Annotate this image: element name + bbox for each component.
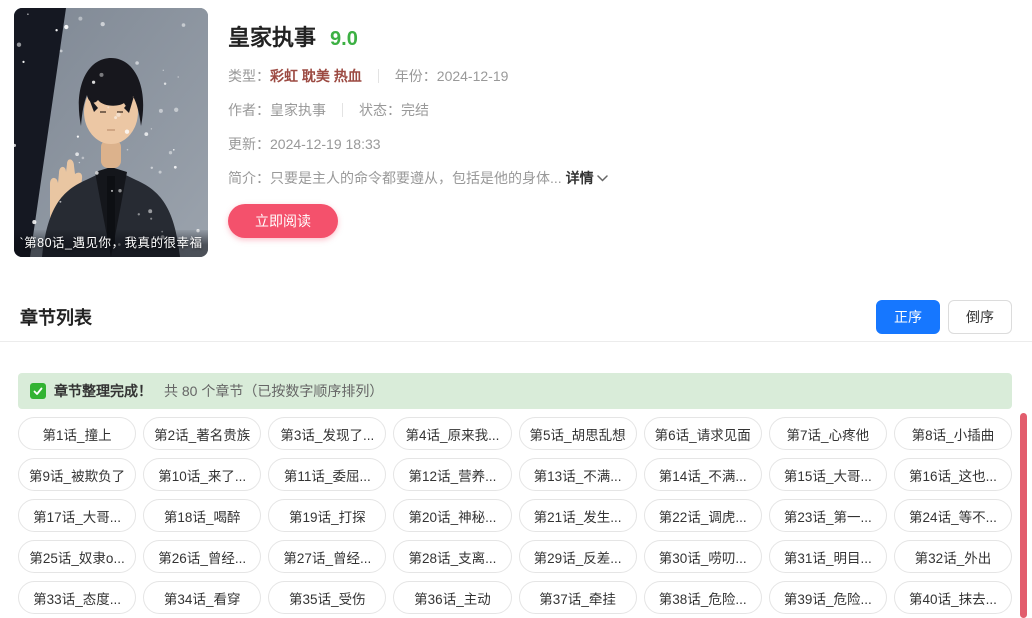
author-label: 作者： [228, 100, 270, 120]
divider [342, 103, 343, 117]
genre-tag-links[interactable]: 彩虹 耽美 热血 [270, 66, 362, 86]
sort-descending-button[interactable]: 倒序 [948, 300, 1012, 334]
rating-value: 9.0 [330, 28, 358, 51]
chapter-button[interactable]: 第25话_奴隶o... [18, 540, 136, 573]
chapter-button[interactable]: 第23话_第一... [769, 499, 887, 532]
scrollbar-thumb[interactable] [1020, 413, 1027, 618]
chapter-button[interactable]: 第40话_抹去... [894, 581, 1012, 614]
intro-label: 简介： [228, 168, 270, 188]
sort-button-group: 正序 倒序 [876, 300, 1012, 334]
chapter-button[interactable]: 第18话_喝醉 [143, 499, 261, 532]
chapter-button[interactable]: 第8话_小插曲 [894, 417, 1012, 450]
title-row: 皇家执事 9.0 [228, 20, 788, 52]
chapter-button[interactable]: 第10话_来了... [143, 458, 261, 491]
chapter-button[interactable]: 第21话_发生... [519, 499, 637, 532]
type-label: 类型： [228, 66, 270, 86]
chapter-button[interactable]: 第20话_神秘... [393, 499, 511, 532]
chapter-button[interactable]: 第5话_胡思乱想 [519, 417, 637, 450]
chapter-button[interactable]: 第28话_支离... [393, 540, 511, 573]
detail-expand-link[interactable]: 详情 [566, 168, 608, 188]
meta-row-author-status: 作者： 皇家执事 状态： 完结 [228, 100, 788, 120]
chapter-button[interactable]: 第19话_打探 [268, 499, 386, 532]
chapter-button[interactable]: 第2话_著名贵族 [143, 417, 261, 450]
info-panel: 皇家执事 9.0 类型： 彩虹 耽美 热血 年份： 2024-12-19 作者：… [228, 20, 788, 238]
chapter-button[interactable]: 第33话_态度... [18, 581, 136, 614]
author-value: 皇家执事 [270, 100, 326, 120]
chapter-button[interactable]: 第13话_不满... [519, 458, 637, 491]
chapter-button[interactable]: 第30话_唠叨... [644, 540, 762, 573]
chapter-button[interactable]: 第3话_发现了... [268, 417, 386, 450]
chapter-button[interactable]: 第29话_反差... [519, 540, 637, 573]
chapter-button[interactable]: 第12话_营养... [393, 458, 511, 491]
chapter-button[interactable]: 第22话_调虎... [644, 499, 762, 532]
meta-row-intro: 简介： 只要是主人的命令都要遵从，包括是他的身体... 详情 [228, 168, 788, 188]
meta-row-update: 更新： 2024-12-19 18:33 [228, 134, 788, 154]
year-value: 2024-12-19 [437, 68, 509, 84]
chapter-button[interactable]: 第26话_曾经... [143, 540, 261, 573]
chapter-button[interactable]: 第7话_心疼他 [769, 417, 887, 450]
status-label: 状态： [359, 100, 401, 120]
status-value: 完结 [401, 100, 429, 120]
chapter-list-heading: 章节列表 [20, 304, 92, 330]
chapter-button[interactable]: 第36话_主动 [393, 581, 511, 614]
sort-ascending-button[interactable]: 正序 [876, 300, 940, 334]
manga-detail-page: `第80话_遇见你，我真的很幸福 皇家执事 9.0 类型： 彩虹 耽美 热血 年… [0, 0, 1032, 614]
chapters-ready-banner: 章节整理完成！ 共 80 个章节（已按数字顺序排列） [18, 373, 1012, 409]
update-label: 更新： [228, 134, 270, 154]
chapter-button[interactable]: 第34话_看穿 [143, 581, 261, 614]
banner-text: 共 80 个章节（已按数字顺序排列） [164, 381, 383, 401]
cover-illustration [14, 8, 208, 257]
detail-section: `第80话_遇见你，我真的很幸福 皇家执事 9.0 类型： 彩虹 耽美 热血 年… [0, 0, 1032, 290]
cover-caption: `第80话_遇见你，我真的很幸福 [14, 230, 208, 257]
chapter-button[interactable]: 第14话_不满... [644, 458, 762, 491]
chapter-button[interactable]: 第16话_这也... [894, 458, 1012, 491]
banner-bold-text: 章节整理完成！ [54, 381, 152, 401]
chapter-button[interactable]: 第1话_撞上 [18, 417, 136, 450]
read-now-button[interactable]: 立即阅读 [228, 204, 338, 238]
chapter-button[interactable]: 第11话_委屈... [268, 458, 386, 491]
cover-image[interactable]: `第80话_遇见你，我真的很幸福 [14, 8, 208, 257]
chapter-button[interactable]: 第15话_大哥... [769, 458, 887, 491]
chapter-button[interactable]: 第39话_危险... [769, 581, 887, 614]
page-title: 皇家执事 [228, 20, 316, 52]
chapter-button[interactable]: 第6话_请求见面 [644, 417, 762, 450]
chapter-button[interactable]: 第27话_曾经... [268, 540, 386, 573]
chapter-button[interactable]: 第17话_大哥... [18, 499, 136, 532]
chevron-down-icon [597, 175, 608, 182]
year-label: 年份： [395, 66, 437, 86]
chapter-button[interactable]: 第4话_原来我... [393, 417, 511, 450]
update-value: 2024-12-19 18:33 [270, 136, 381, 152]
chapter-button[interactable]: 第24话_等不... [894, 499, 1012, 532]
check-icon [30, 383, 46, 399]
chapter-button[interactable]: 第35话_受伤 [268, 581, 386, 614]
chapter-button[interactable]: 第32话_外出 [894, 540, 1012, 573]
divider [378, 69, 379, 83]
chapter-button[interactable]: 第31话_明目... [769, 540, 887, 573]
meta-row-type-year: 类型： 彩虹 耽美 热血 年份： 2024-12-19 [228, 66, 788, 86]
chapter-button[interactable]: 第9话_被欺负了 [18, 458, 136, 491]
detail-link-label: 详情 [566, 168, 594, 188]
chapter-button[interactable]: 第37话_牵挂 [519, 581, 637, 614]
chapter-list-header: 章节列表 正序 倒序 [0, 292, 1032, 342]
intro-text: 只要是主人的命令都要遵从，包括是他的身体... [270, 168, 562, 188]
chapter-grid: 第1话_撞上第2话_著名贵族第3话_发现了...第4话_原来我...第5话_胡思… [18, 417, 1012, 614]
chapter-button[interactable]: 第38话_危险... [644, 581, 762, 614]
